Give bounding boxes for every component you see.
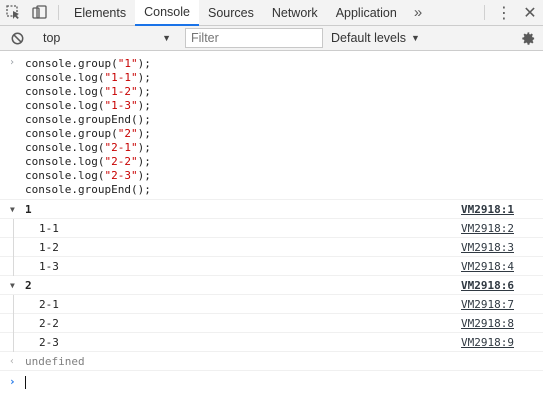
tab-application[interactable]: Application bbox=[327, 0, 406, 25]
console-result: ‹ undefined bbox=[0, 352, 543, 371]
result-value: undefined bbox=[25, 355, 85, 368]
prompt-chevron-icon: › bbox=[9, 375, 16, 388]
log-levels-label: Default levels bbox=[331, 31, 407, 45]
source-link[interactable]: VM2918:6 bbox=[461, 276, 514, 295]
code-line: console.log("1-1"); bbox=[25, 71, 151, 84]
message-text: 1-3 bbox=[39, 260, 59, 273]
console-message: 2-3 VM2918:9 bbox=[0, 333, 543, 352]
close-icon[interactable]: ✕ bbox=[517, 0, 543, 25]
tab-network[interactable]: Network bbox=[263, 0, 327, 25]
code-line: console.groupEnd(); bbox=[25, 113, 151, 126]
group-indent-guide bbox=[13, 257, 14, 276]
triangle-down-icon[interactable]: ▼ bbox=[10, 276, 15, 295]
message-text: 2-3 bbox=[39, 336, 59, 349]
console-message: 1-2 VM2918:3 bbox=[0, 238, 543, 257]
group-label: 2 bbox=[25, 279, 32, 292]
message-text: 1-1 bbox=[39, 222, 59, 235]
input-prompt-icon: › bbox=[9, 57, 16, 68]
message-text: 2-2 bbox=[39, 317, 59, 330]
chevron-down-icon: ▼ bbox=[411, 33, 420, 43]
clear-console-icon[interactable] bbox=[0, 26, 34, 50]
console-message: 2-1 VM2918:7 bbox=[0, 295, 543, 314]
console-group-header[interactable]: ▼ 1 VM2918:1 bbox=[0, 200, 543, 219]
toolbar-divider bbox=[58, 5, 59, 20]
tab-elements[interactable]: Elements bbox=[65, 0, 135, 25]
inspect-element-icon[interactable] bbox=[0, 0, 26, 25]
devtools-tab-bar: Elements Console Sources Network Applica… bbox=[0, 0, 543, 26]
group-indent-guide bbox=[13, 295, 14, 314]
source-link[interactable]: VM2918:9 bbox=[461, 333, 514, 352]
gear-icon[interactable] bbox=[513, 31, 543, 46]
filter-input[interactable] bbox=[185, 28, 323, 48]
triangle-down-icon[interactable]: ▼ bbox=[10, 200, 15, 219]
code-line: console.log("2-3"); bbox=[25, 169, 151, 182]
message-text: 1-2 bbox=[39, 241, 59, 254]
code-line: console.log("2-1"); bbox=[25, 141, 151, 154]
result-prompt-icon: ‹ bbox=[9, 356, 16, 367]
text-caret bbox=[25, 376, 26, 389]
source-link[interactable]: VM2918:8 bbox=[461, 314, 514, 333]
console-prompt[interactable]: › bbox=[0, 371, 543, 393]
source-link[interactable]: VM2918:4 bbox=[461, 257, 514, 276]
group-label: 1 bbox=[25, 203, 32, 216]
toolbar-divider bbox=[484, 5, 485, 20]
log-levels-dropdown[interactable]: Default levels ▼ bbox=[331, 31, 420, 45]
console-message: 1-1 VM2918:2 bbox=[0, 219, 543, 238]
group-indent-guide bbox=[13, 219, 14, 238]
console-group-header[interactable]: ▼ 2 VM2918:6 bbox=[0, 276, 543, 295]
source-link[interactable]: VM2918:1 bbox=[461, 200, 514, 219]
tab-sources[interactable]: Sources bbox=[199, 0, 263, 25]
message-text: 2-1 bbox=[39, 298, 59, 311]
device-toolbar-icon[interactable] bbox=[26, 0, 52, 25]
chevron-down-icon: ▼ bbox=[162, 33, 171, 43]
code-line: console.log("1-2"); bbox=[25, 85, 151, 98]
console-toolbar: top ▼ Default levels ▼ bbox=[0, 26, 543, 51]
console-message: 1-3 VM2918:4 bbox=[0, 257, 543, 276]
source-link[interactable]: VM2918:2 bbox=[461, 219, 514, 238]
group-indent-guide bbox=[13, 238, 14, 257]
group-indent-guide bbox=[13, 333, 14, 352]
source-link[interactable]: VM2918:7 bbox=[461, 295, 514, 314]
code-line: console.group("1"); bbox=[25, 57, 151, 70]
console-output: › console.group("1"); console.log("1-1")… bbox=[0, 51, 543, 407]
console-input-echo: › console.group("1"); console.log("1-1")… bbox=[0, 51, 543, 200]
code-line: console.log("1-3"); bbox=[25, 99, 151, 112]
more-tabs-icon[interactable]: » bbox=[406, 0, 430, 25]
group-indent-guide bbox=[13, 314, 14, 333]
source-link[interactable]: VM2918:3 bbox=[461, 238, 514, 257]
context-value: top bbox=[43, 31, 61, 45]
code-line: console.groupEnd(); bbox=[25, 183, 151, 196]
context-select[interactable]: top ▼ bbox=[35, 28, 177, 48]
code-line: console.group("2"); bbox=[25, 127, 151, 140]
menu-kebab-icon[interactable]: ⋮ bbox=[491, 0, 517, 25]
tab-console[interactable]: Console bbox=[135, 0, 199, 26]
console-message: 2-2 VM2918:8 bbox=[0, 314, 543, 333]
code-line: console.log("2-2"); bbox=[25, 155, 151, 168]
